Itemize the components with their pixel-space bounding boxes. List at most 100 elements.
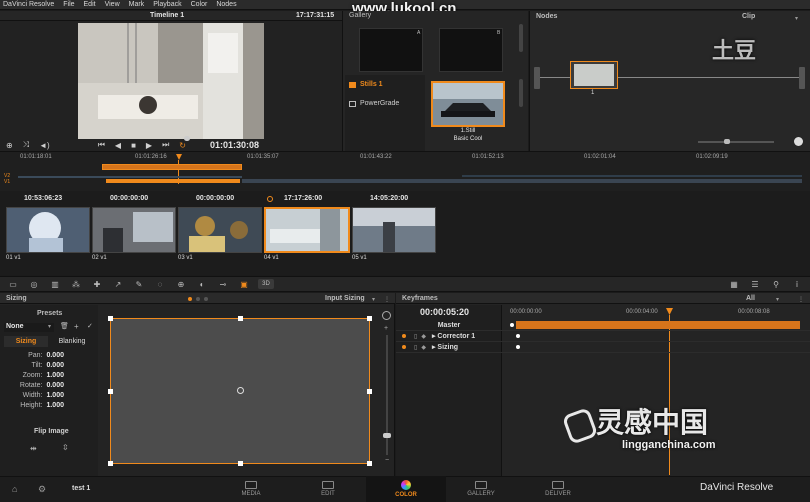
kf-playhead-marker[interactable]	[666, 308, 673, 315]
blur-icon[interactable]: ◐	[195, 279, 209, 289]
node-zoom-handle[interactable]	[724, 139, 730, 144]
info-icon[interactable]: ⅰ	[790, 279, 804, 289]
tracker-icon[interactable]: ⊕	[174, 279, 188, 289]
window-icon[interactable]: ◌	[153, 279, 167, 289]
param-tilt[interactable]: Tilt: 0.000	[4, 362, 64, 369]
kf-enable-dot[interactable]	[402, 345, 406, 349]
tab-sizing[interactable]: Sizing	[4, 336, 48, 347]
page-dot[interactable]	[204, 297, 208, 301]
playhead-marker[interactable]	[176, 154, 182, 160]
menu-view[interactable]: View	[105, 1, 120, 8]
step-back-icon[interactable]: ◀	[115, 141, 121, 150]
color-wheels-icon[interactable]: ◎	[27, 279, 41, 289]
camera-raw-icon[interactable]: ▭	[6, 279, 20, 289]
curves-icon[interactable]: ▥	[48, 279, 62, 289]
skip-back-icon[interactable]: ⏮	[98, 140, 105, 150]
track-v1-clip[interactable]	[106, 179, 240, 183]
speaker-icon[interactable]: ◄)	[39, 141, 50, 150]
zoom-slider-handle[interactable]	[383, 433, 391, 438]
preset-select[interactable]: None	[4, 323, 54, 332]
play-icon[interactable]: ▶	[146, 141, 152, 150]
rgb-mixer-icon[interactable]: ⁂	[69, 279, 83, 289]
keyframe-dot[interactable]	[516, 334, 520, 338]
skip-forward-icon[interactable]: ⏭	[162, 140, 169, 150]
clip-04-selected[interactable]: 17:17:26:00 04 v1	[264, 195, 350, 265]
sizing-canvas[interactable]	[108, 316, 372, 466]
keyframe-add-icon[interactable]: ◆	[421, 344, 426, 351]
param-width[interactable]: Width: 1.000	[4, 392, 64, 399]
stills-scrollbar[interactable]	[519, 79, 523, 107]
param-rotate[interactable]: Rotate: 0.000	[4, 382, 64, 389]
clip-02[interactable]: 00:00:00:00 02 v1	[92, 195, 176, 265]
lock-icon[interactable]: ▯	[414, 333, 417, 340]
keyframes-filter-dropdown[interactable]: All	[746, 295, 755, 302]
page-edit[interactable]: EDIT	[288, 476, 368, 502]
page-gallery[interactable]: GALLERY	[441, 476, 521, 502]
track-v1-rest[interactable]	[242, 179, 802, 183]
resize-handle[interactable]	[367, 316, 372, 321]
menu-edit[interactable]: Edit	[84, 1, 96, 8]
page-media[interactable]: MEDIA	[211, 476, 291, 502]
clip-03[interactable]: 00:00:00:00 03 v1	[178, 195, 262, 265]
sizing-mode-dropdown[interactable]: Input Sizing	[325, 295, 365, 302]
menu-mark[interactable]: Mark	[129, 1, 145, 8]
resize-handle[interactable]	[238, 316, 243, 321]
stop-icon[interactable]: ■	[131, 141, 136, 150]
key-icon[interactable]: ⊸	[216, 279, 230, 289]
nodes-menu-icon[interactable]: ▾	[795, 15, 798, 22]
page-dot-active[interactable]	[188, 297, 192, 301]
qualifier-icon[interactable]: ✎	[132, 279, 146, 289]
resize-handle[interactable]	[367, 389, 372, 394]
param-height[interactable]: Height: 1.000	[4, 402, 64, 409]
clip-range-v2[interactable]	[102, 164, 242, 170]
lock-icon[interactable]: ▯	[414, 344, 417, 351]
tab-blanking[interactable]: Blanking	[50, 336, 94, 347]
resize-handle[interactable]	[108, 461, 113, 466]
timeline-title[interactable]: Timeline 1	[150, 12, 184, 19]
resize-handle[interactable]	[108, 316, 113, 321]
zoom-in-icon[interactable]: +	[384, 325, 388, 332]
flip-vertical-icon[interactable]: ⇳	[62, 443, 69, 452]
nodes-mode-dropdown[interactable]: Clip	[742, 13, 755, 20]
still-thumbnail[interactable]	[431, 81, 505, 127]
stereo-3d-badge[interactable]: 3D	[258, 279, 274, 289]
clip-01[interactable]: 10:53:06:23 01 v1	[6, 195, 90, 265]
resize-handle[interactable]	[238, 461, 243, 466]
sizing-icon[interactable]: ▣	[237, 279, 251, 289]
keyframe-add-icon[interactable]: ◆	[421, 333, 426, 340]
resize-handle[interactable]	[367, 461, 372, 466]
search-icon[interactable]: ⚲	[769, 279, 783, 289]
keyframe-dot[interactable]	[516, 345, 520, 349]
resize-handle[interactable]	[108, 389, 113, 394]
node-settings-icon[interactable]	[794, 137, 803, 146]
keyframe-dot[interactable]	[510, 323, 514, 327]
kf-row-corrector[interactable]: ▯ ◆ ▸ Corrector 1	[396, 331, 810, 342]
kf-enable-dot[interactable]	[402, 334, 406, 338]
kf-row-sizing[interactable]: ▯ ◆ ▸ Sizing	[396, 342, 810, 353]
shuffle-icon[interactable]: ⤨	[23, 140, 29, 150]
gallery-slot-b[interactable]	[439, 28, 503, 72]
page-dot[interactable]	[196, 297, 200, 301]
sizing-menu-icon[interactable]: ⋮	[384, 296, 390, 303]
add-preset-icon[interactable]: +	[74, 322, 79, 331]
page-deliver[interactable]: DELIVER	[518, 476, 598, 502]
node-zoom-slider[interactable]	[698, 141, 774, 143]
node-input-handle[interactable]	[534, 67, 540, 89]
gallery-slot-a[interactable]	[359, 28, 423, 72]
kf-row-master[interactable]: Master	[396, 320, 810, 331]
sizing-dropdown-icon[interactable]: ▾	[372, 296, 375, 303]
home-icon[interactable]: ⌂	[12, 484, 17, 494]
corrector-node[interactable]	[570, 61, 618, 89]
page-color[interactable]: COLOR	[366, 476, 446, 502]
gallery-album-stills[interactable]: Stills 1	[349, 81, 383, 88]
keyframes-menu-icon[interactable]: ⋮	[798, 296, 804, 303]
gallery-scrollbar[interactable]	[519, 24, 523, 52]
menu-nodes[interactable]: Nodes	[216, 1, 236, 8]
list-icon[interactable]: ☰	[748, 279, 762, 289]
param-pan[interactable]: Pan: 0.000	[4, 352, 64, 359]
clip-05[interactable]: 14:05:20:00 05 v1	[352, 195, 436, 265]
grid-icon[interactable]: ▦	[727, 279, 741, 289]
motion-icon[interactable]: ✚	[90, 279, 104, 289]
reset-zoom-icon[interactable]	[382, 311, 391, 320]
gear-icon[interactable]: ⚙	[38, 484, 46, 495]
